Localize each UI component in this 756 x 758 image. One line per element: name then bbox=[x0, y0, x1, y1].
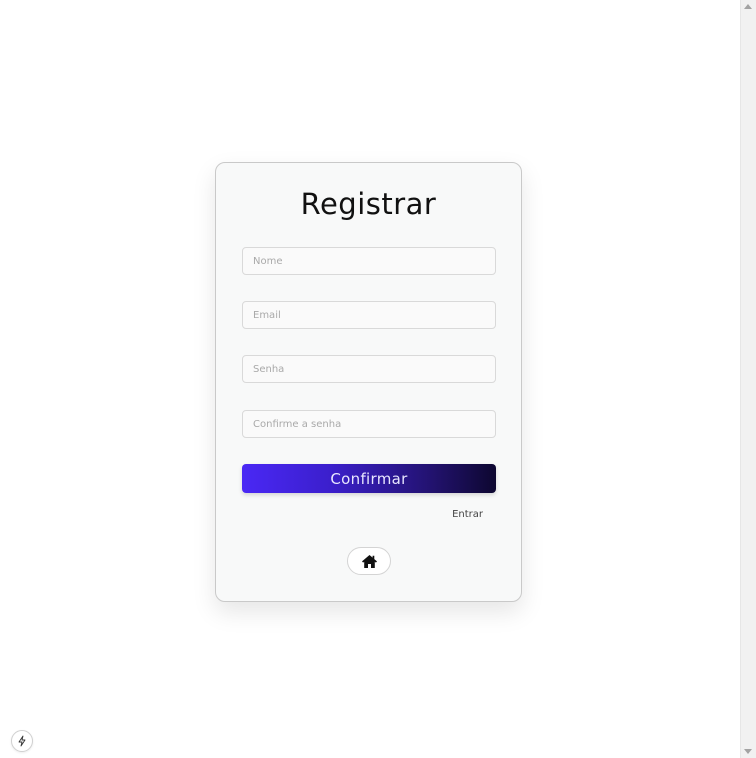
page-title: Registrar bbox=[300, 187, 437, 221]
email-field[interactable] bbox=[242, 301, 496, 329]
register-card: Registrar Confirmar Entrar bbox=[215, 162, 522, 602]
confirm-button[interactable]: Confirmar bbox=[242, 464, 496, 493]
scroll-up-icon[interactable] bbox=[744, 4, 752, 9]
login-link[interactable]: Entrar bbox=[452, 509, 483, 520]
vertical-scrollbar[interactable] bbox=[740, 0, 756, 758]
home-button[interactable] bbox=[347, 547, 391, 575]
confirm-password-field[interactable] bbox=[242, 410, 496, 438]
page-viewport: Registrar Confirmar Entrar bbox=[0, 0, 740, 758]
password-field[interactable] bbox=[242, 355, 496, 383]
scroll-down-icon[interactable] bbox=[744, 749, 752, 754]
name-field[interactable] bbox=[242, 247, 496, 275]
bolt-icon bbox=[16, 735, 28, 747]
dev-tools-badge[interactable] bbox=[11, 730, 33, 752]
home-icon bbox=[361, 554, 378, 569]
